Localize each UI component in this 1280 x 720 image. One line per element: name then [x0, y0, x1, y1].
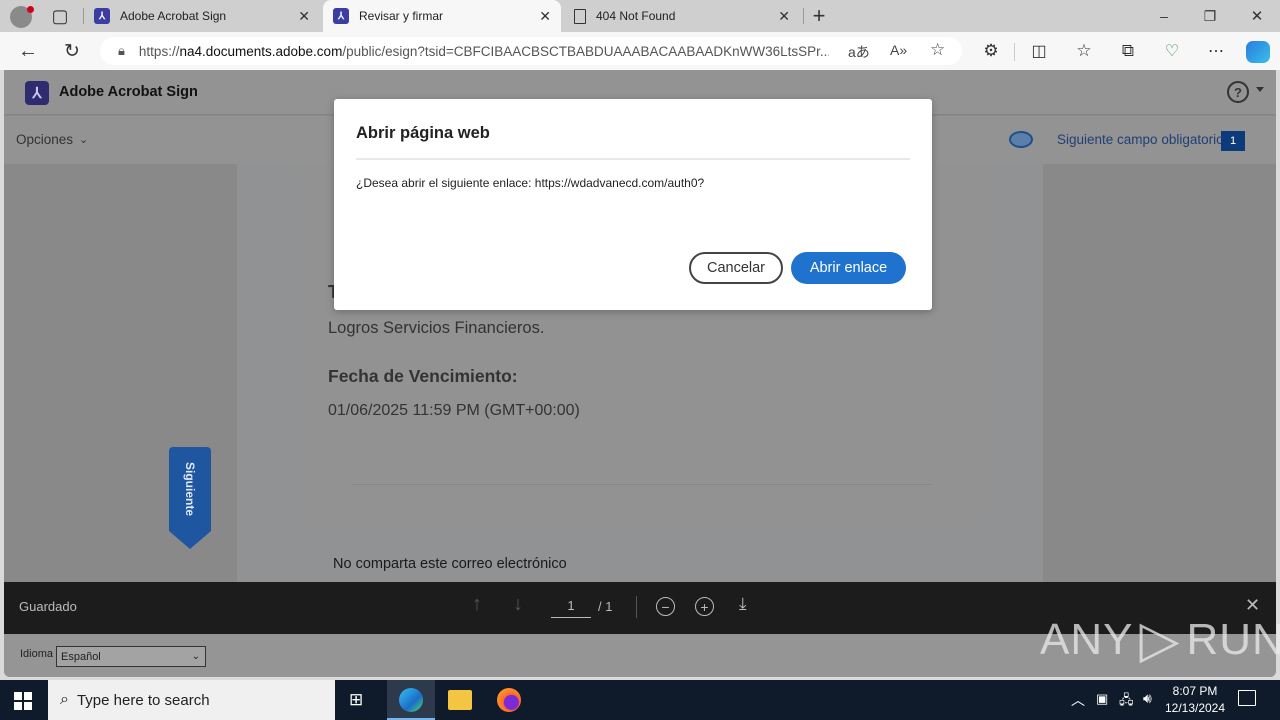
due-date-value: 01/06/2025 11:59 PM (GMT+00:00): [328, 402, 580, 419]
back-icon[interactable]: ←: [14, 37, 42, 65]
divider: [352, 484, 932, 485]
favorites-icon[interactable]: ☆: [1070, 37, 1098, 65]
tab-adobe-acrobat-sign[interactable]: ⅄ Adobe Acrobat Sign ✕: [84, 0, 320, 32]
notification-dot: [27, 6, 34, 13]
language-selected-value: Español: [61, 650, 101, 663]
language-label: Idioma: [20, 648, 54, 660]
page-icon: [574, 8, 586, 24]
firefox-icon[interactable]: [497, 688, 521, 712]
cancel-button[interactable]: Cancelar: [689, 252, 783, 284]
previous-page-icon[interactable]: ↑: [472, 593, 482, 616]
due-date-label: Fecha de Vencimiento:: [328, 366, 518, 386]
edge-icon: [399, 688, 423, 712]
profile-avatar[interactable]: [10, 6, 34, 28]
play-logo-icon: ▷: [1139, 611, 1181, 669]
save-status: Guardado: [19, 599, 77, 614]
open-webpage-dialog: Abrir página web ¿Desea abrir el siguien…: [334, 99, 932, 310]
browser-tab-strip: ▢ ⅄ Adobe Acrobat Sign ✕ ⅄ Revisar y fir…: [0, 0, 1280, 32]
new-tab-button[interactable]: +: [805, 2, 833, 30]
siguiente-button[interactable]: Siguiente: [169, 447, 211, 531]
zoom-out-icon[interactable]: −: [656, 597, 675, 616]
network-icon[interactable]: 🖧︎: [1119, 691, 1134, 713]
siguiente-label: Siguiente: [183, 461, 197, 516]
windows-start-icon[interactable]: [14, 692, 32, 710]
search-placeholder: Type here to search: [76, 691, 210, 709]
watermark-text-left: ANY: [1040, 615, 1134, 664]
clock-date[interactable]: 12/13/2024: [1162, 701, 1228, 715]
next-page-icon[interactable]: ↓: [513, 593, 523, 616]
notification-center-icon[interactable]: [1238, 690, 1256, 706]
watermark-text-right: RUN: [1186, 615, 1280, 664]
acrobat-icon: ⅄: [333, 8, 349, 24]
search-icon: ⌕: [60, 691, 69, 708]
open-link-button[interactable]: Abrir enlace: [791, 252, 906, 284]
add-favorite-icon[interactable]: ☆: [930, 40, 945, 60]
collections-icon[interactable]: ⧉: [1114, 37, 1142, 65]
help-dropdown-caret-icon[interactable]: [1256, 87, 1264, 92]
chevron-down-icon: ⌄: [191, 651, 200, 662]
address-bar[interactable]: 🔒︎ https://na4.documents.adobe.com/publi…: [100, 37, 962, 65]
minimize-button[interactable]: –: [1150, 2, 1178, 30]
clock-time[interactable]: 8:07 PM: [1164, 684, 1226, 698]
restore-button[interactable]: ❐: [1196, 2, 1224, 30]
dialog-message: ¿Desea abrir el siguiente enlace: https:…: [356, 176, 705, 190]
url-text: https://na4.documents.adobe.com/public/e…: [138, 43, 829, 59]
page-total: / 1: [598, 599, 613, 614]
comment-icon[interactable]: [1009, 131, 1033, 148]
close-window-button[interactable]: ✕: [1243, 2, 1271, 30]
chevron-down-icon: ⌄: [79, 134, 89, 146]
close-tab-icon[interactable]: ✕: [298, 8, 310, 25]
more-icon[interactable]: ⋯: [1202, 37, 1230, 65]
extensions-icon[interactable]: ⚙: [977, 37, 1005, 65]
company-name: Logros Servicios Financieros.: [328, 319, 545, 337]
tab-404-not-found[interactable]: 404 Not Found ✕: [564, 0, 800, 32]
required-count-badge: 1: [1221, 131, 1245, 151]
divider: [1014, 43, 1015, 61]
help-icon[interactable]: ?: [1227, 81, 1249, 103]
translate-icon[interactable]: aあ: [848, 42, 870, 62]
acrobat-sign-logo: ⅄: [25, 81, 49, 105]
taskbar-search[interactable]: ⌕ Type here to search: [48, 680, 335, 720]
download-icon[interactable]: ⤓: [739, 594, 747, 614]
close-tab-icon[interactable]: ✕: [539, 8, 551, 25]
tab-label: 404 Not Found: [596, 9, 676, 23]
divider: [636, 596, 637, 618]
app-brand: Adobe Acrobat Sign: [59, 84, 198, 100]
options-label: Opciones: [16, 132, 74, 147]
taskbar-edge[interactable]: [387, 680, 435, 720]
close-tab-icon[interactable]: ✕: [778, 8, 790, 25]
next-required-field-link[interactable]: Siguiente campo obligatorio: [1057, 132, 1224, 147]
lock-icon[interactable]: 🔒︎: [118, 43, 125, 59]
siguiente-arrow-icon: [169, 531, 211, 549]
anyrun-watermark: ANY ▷ RUN: [1040, 610, 1280, 670]
tab-label: Adobe Acrobat Sign: [120, 9, 227, 23]
divider: [803, 8, 804, 24]
volume-icon[interactable]: 🔊︎: [1143, 690, 1152, 707]
dialog-title: Abrir página web: [356, 124, 490, 142]
divider: [356, 158, 910, 160]
read-aloud-icon[interactable]: A»: [890, 42, 907, 58]
options-menu[interactable]: Opciones ⌄: [16, 132, 88, 147]
tab-label: Revisar y firmar: [359, 9, 444, 23]
tab-revisar-y-firmar[interactable]: ⅄ Revisar y firmar ✕: [323, 0, 561, 32]
copilot-icon[interactable]: [1246, 41, 1270, 63]
file-explorer-icon[interactable]: [448, 690, 472, 710]
browser-essentials-icon[interactable]: ♡: [1158, 37, 1186, 65]
acrobat-icon: ⅄: [94, 8, 110, 24]
tab-actions-icon[interactable]: ▢: [46, 2, 74, 30]
split-screen-icon[interactable]: ◫: [1025, 37, 1053, 65]
refresh-icon[interactable]: ↻: [58, 37, 86, 65]
language-select[interactable]: Español ⌄: [56, 646, 206, 667]
footer-note: No comparta este correo electrónico: [333, 556, 567, 572]
zoom-in-icon[interactable]: +: [695, 597, 714, 616]
page-number-input[interactable]: 1: [551, 598, 591, 618]
task-view-icon[interactable]: ⊞: [349, 690, 363, 710]
camera-icon[interactable]: ▣: [1096, 691, 1108, 707]
show-hidden-icons[interactable]: ︿: [1071, 690, 1085, 710]
